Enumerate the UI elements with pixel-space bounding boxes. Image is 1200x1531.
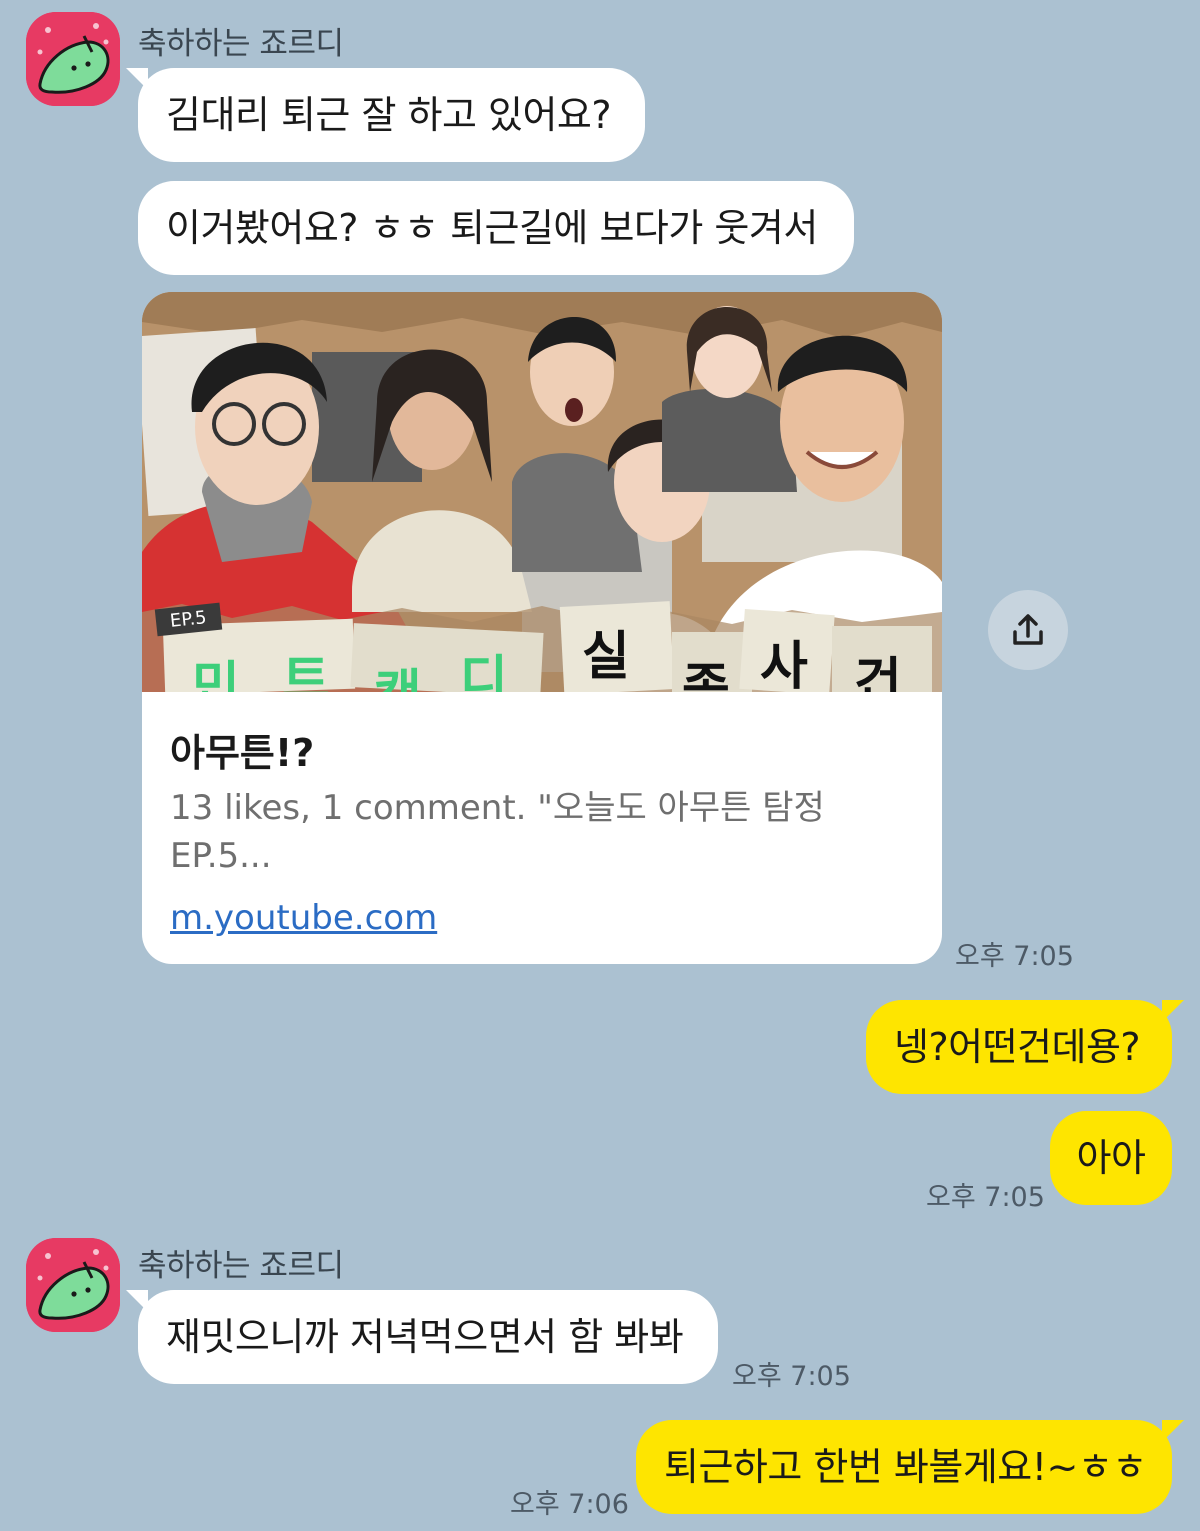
- thumbnail-caption-char: 민: [192, 657, 240, 692]
- message-bubble[interactable]: 이거봤어요? ㅎㅎ 퇴근길에 보다가 웃겨서: [138, 181, 854, 275]
- message-time: 오후 7:05: [955, 941, 1074, 972]
- sender-name: 축하하는 죠르디: [138, 1248, 344, 1284]
- message-bubble-outgoing[interactable]: 퇴근하고 한번 봐볼게요!~ㅎㅎ: [636, 1420, 1184, 1514]
- share-button[interactable]: [988, 590, 1068, 670]
- card-description: 13 likes, 1 comment. "오늘도 아무튼 탐정 EP.5...: [170, 788, 825, 876]
- card-title: 아무튼!?: [170, 731, 315, 775]
- message-text: 퇴근하고 한번 봐볼게요!~ㅎㅎ: [664, 1445, 1147, 1489]
- sender-name: 축하하는 죠르디: [138, 26, 344, 62]
- thumbnail-caption-char: 건: [854, 653, 902, 692]
- message-text: 이거봤어요? ㅎㅎ 퇴근길에 보다가 웃겨서: [166, 206, 818, 250]
- video-thumbnail[interactable]: EP.5 민 트 캔 디 실 종 사 건: [142, 292, 942, 692]
- thumbnail-caption-char: 사: [760, 637, 808, 692]
- share-icon: [1013, 614, 1043, 645]
- thumbnail-caption-char: 디: [460, 651, 508, 692]
- message-text: 아아: [1076, 1136, 1146, 1180]
- message-bubble-outgoing[interactable]: 아아: [1050, 1111, 1172, 1205]
- jordy-avatar-icon: [26, 12, 120, 106]
- message-time: 오후 7:05: [926, 1182, 1045, 1213]
- message-bubble[interactable]: 김대리 퇴근 잘 하고 있어요?: [126, 68, 645, 162]
- message-bubble-outgoing[interactable]: 넹?어떤건데용?: [866, 1000, 1184, 1094]
- message-time: 오후 7:05: [732, 1361, 851, 1392]
- message-text: 넹?어떤건데용?: [894, 1025, 1141, 1069]
- avatar[interactable]: [26, 1238, 120, 1332]
- message-text: 김대리 퇴근 잘 하고 있어요?: [166, 93, 612, 137]
- thumbnail-caption-char: 캔: [374, 652, 422, 692]
- thumbnail-image: [142, 292, 942, 692]
- jordy-avatar-icon: [26, 1238, 120, 1332]
- card-url[interactable]: m.youtube.com: [170, 898, 437, 938]
- avatar[interactable]: [26, 12, 120, 106]
- thumbnail-caption-char: 실: [582, 627, 630, 687]
- message-time: 오후 7:06: [510, 1489, 629, 1520]
- thumbnail-caption-char: 종: [682, 659, 730, 692]
- link-preview-card[interactable]: EP.5 민 트 캔 디 실 종 사 건 아무튼!? 13 likes, 1 c…: [142, 292, 942, 964]
- thumbnail-caption-char: 트: [282, 651, 330, 692]
- message-bubble[interactable]: 재밋으니까 저녁먹으면서 함 봐봐: [126, 1290, 718, 1384]
- message-text: 재밋으니까 저녁먹으면서 함 봐봐: [166, 1315, 684, 1359]
